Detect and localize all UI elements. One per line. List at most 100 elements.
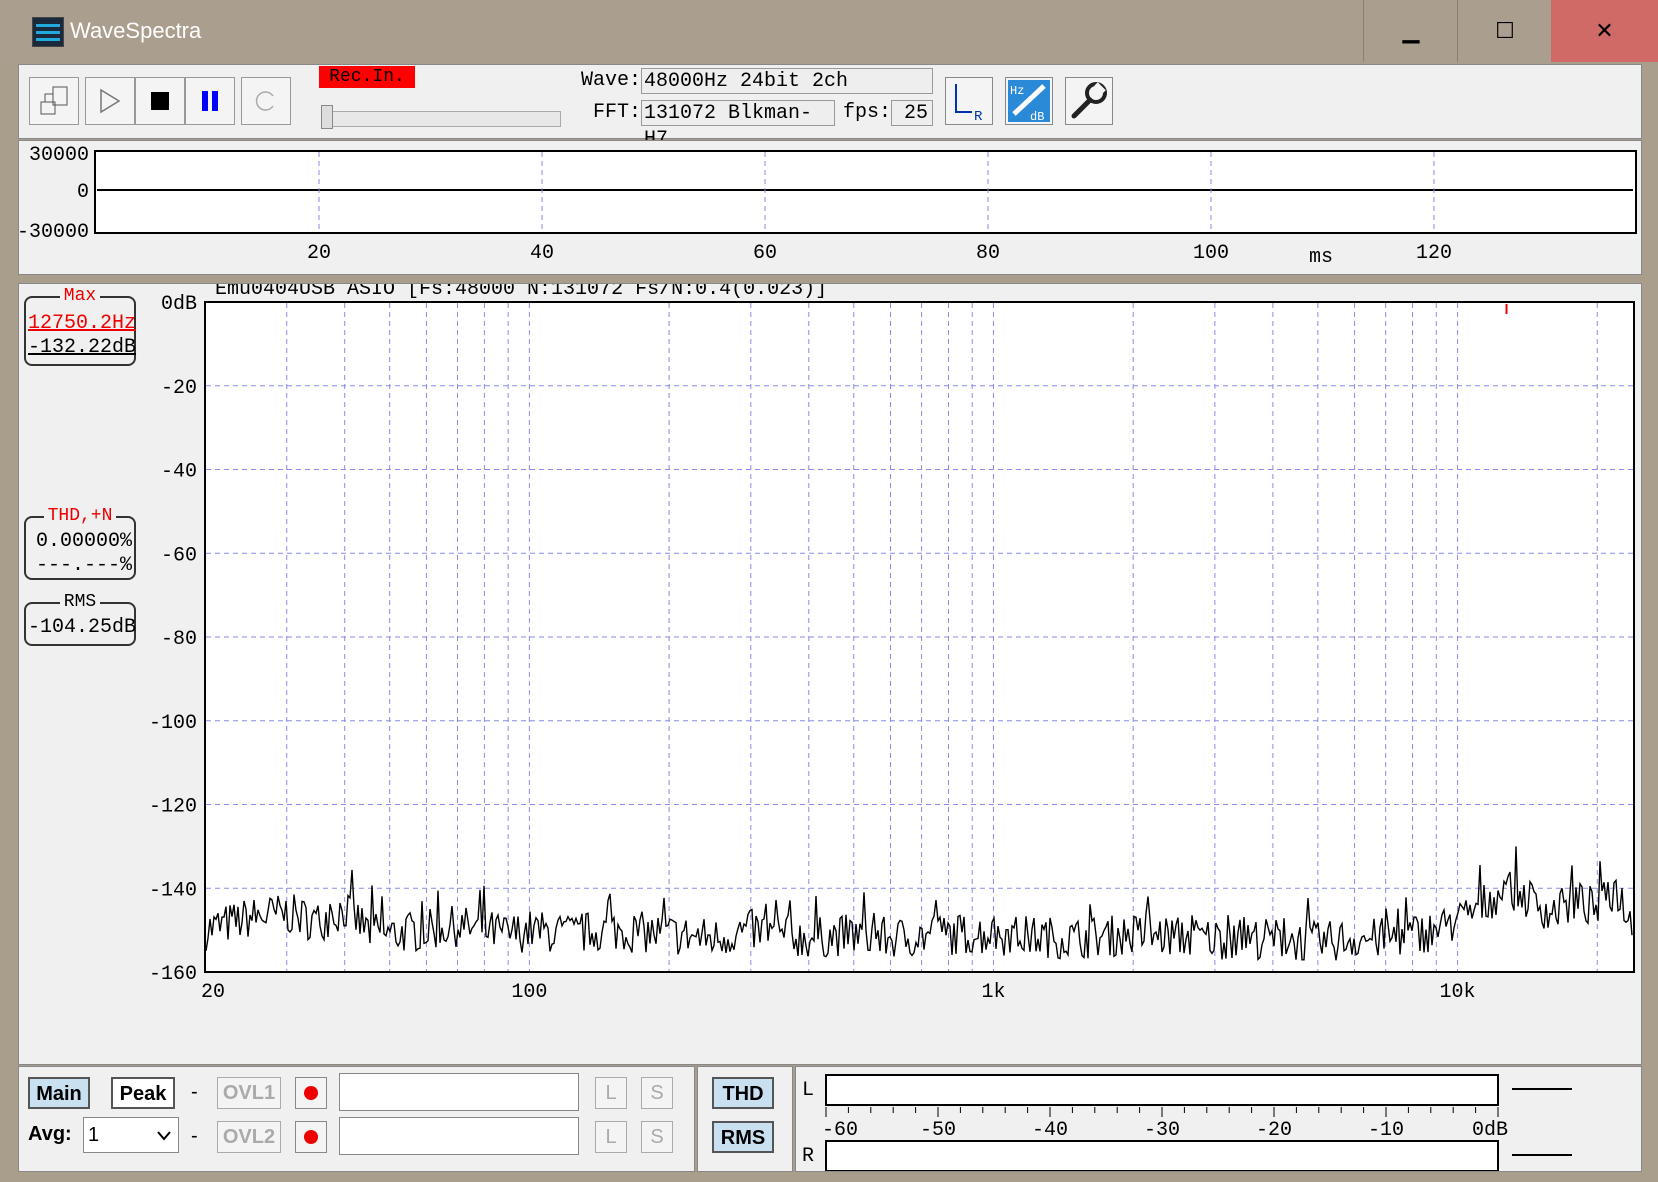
- fps-field: 25: [891, 100, 933, 126]
- wave-format-field: 48000Hz 24bit 2ch: [641, 68, 933, 94]
- svg-text:Hz: Hz: [1010, 84, 1024, 98]
- chevron-down-icon: [157, 1131, 171, 1141]
- main-button[interactable]: Main: [28, 1077, 90, 1109]
- wave-label: Wave:: [581, 69, 642, 92]
- minimize-icon: ▁: [1402, 18, 1420, 43]
- fft-label: FFT:: [593, 101, 642, 124]
- meter-scale-label: -20: [1256, 1119, 1292, 1142]
- y-tick-label: -20: [161, 377, 197, 400]
- record-icon: [304, 1130, 318, 1144]
- play-button[interactable]: [85, 77, 135, 125]
- thd-button[interactable]: THD: [712, 1077, 774, 1109]
- spectrum-chart[interactable]: Emu0404USB ASIO [Fs:48000 N:131072 Fs/N:…: [19, 284, 1641, 1064]
- l-button-1[interactable]: L: [595, 1077, 627, 1109]
- stop-icon: [151, 92, 169, 110]
- measure-panel: THD RMS: [697, 1066, 793, 1172]
- avg-label: Avg:: [28, 1123, 72, 1145]
- channel-lr-icon: R: [955, 84, 983, 125]
- wave-x-tick: 60: [753, 242, 777, 265]
- y-tick-label: -140: [149, 879, 197, 902]
- loop-icon: [255, 91, 274, 111]
- meter-scale-label: 0dB: [1472, 1119, 1508, 1142]
- loop-button[interactable]: [241, 77, 291, 125]
- close-button[interactable]: ✕: [1551, 0, 1658, 62]
- meter-scale-label: -50: [920, 1119, 956, 1142]
- settings-button[interactable]: [1065, 77, 1113, 125]
- pause-icon: [202, 91, 218, 111]
- record-button-2[interactable]: [295, 1121, 327, 1153]
- meter-r-bar: [825, 1140, 1499, 1172]
- y-tick-label: -40: [161, 461, 197, 484]
- fft-setting-field: 131072 Blkman-H7: [641, 100, 835, 151]
- x-tick-label: 100: [511, 981, 547, 1004]
- x-tick-label: 20: [201, 981, 225, 1004]
- rec-in-indicator[interactable]: Rec.In.: [319, 66, 415, 88]
- wave-x-tick: 20: [307, 242, 331, 265]
- control-panel: Main Peak - OVL1 L S Avg: 1 - OVL2 L S: [18, 1066, 695, 1172]
- wave-y-tick: -30000: [19, 221, 89, 244]
- y-tick-label: -80: [161, 628, 197, 651]
- avg-value: 1: [88, 1124, 100, 1146]
- app-icon[interactable]: [32, 17, 64, 47]
- toolbar: Rec.In. Wave: 48000Hz 24bit 2ch FFT: 131…: [18, 64, 1642, 151]
- meter-l-bar: [825, 1074, 1499, 1106]
- ovl2-field[interactable]: [339, 1117, 579, 1155]
- wave-y-tick: 0: [77, 181, 89, 204]
- hz-db-scale-icon: HzdB: [1008, 80, 1050, 124]
- level-meter: L R -60 -50 -40 -30 -20 -10 0dB: [802, 1074, 1572, 1172]
- stop-button[interactable]: [135, 77, 185, 125]
- dash-label: -: [191, 1125, 198, 1147]
- level-meter-panel: L R -60 -50 -40 -30 -20 -10 0dB: [795, 1066, 1642, 1172]
- dash-label: -: [191, 1081, 198, 1103]
- s-button-1[interactable]: S: [641, 1077, 673, 1109]
- waveform-chart[interactable]: 30000 0 -30000 20 40 60 80 100 ms 120: [17, 141, 1641, 274]
- x-tick-label: 10k: [1440, 981, 1476, 1004]
- spectrum-header: Emu0404USB ASIO [Fs:48000 N:131072 Fs/N:…: [215, 284, 827, 301]
- avg-select[interactable]: 1: [83, 1117, 179, 1153]
- wave-x-unit: ms: [1309, 246, 1333, 269]
- position-slider[interactable]: [321, 111, 561, 127]
- wave-x-tick: 40: [530, 242, 554, 265]
- file-open-button[interactable]: [29, 77, 79, 125]
- x-tick-label: 1k: [981, 981, 1005, 1004]
- record-icon: [304, 1086, 318, 1100]
- s-button-2[interactable]: S: [641, 1121, 673, 1153]
- meter-scale-label: -30: [1144, 1119, 1180, 1142]
- ovl2-indicator[interactable]: OVL2: [217, 1121, 281, 1153]
- close-icon: ✕: [1595, 18, 1614, 43]
- peak-button[interactable]: Peak: [111, 1077, 175, 1109]
- meter-r-label: R: [802, 1145, 814, 1168]
- position-slider-thumb[interactable]: [321, 105, 333, 129]
- wave-x-tick: 100: [1193, 242, 1229, 265]
- meter-scale-label: -40: [1032, 1119, 1068, 1142]
- rms-button[interactable]: RMS: [712, 1121, 774, 1153]
- l-button-2[interactable]: L: [595, 1121, 627, 1153]
- window-title: WaveSpectra: [70, 18, 202, 43]
- meter-scale-label: -60: [822, 1119, 858, 1142]
- pause-button[interactable]: [185, 77, 235, 125]
- svg-text:dB: dB: [1030, 110, 1044, 124]
- wave-y-tick: 30000: [29, 144, 89, 167]
- wrench-icon: [1071, 82, 1107, 119]
- title-bar: WaveSpectra ▁ ☐ ✕: [0, 0, 1658, 62]
- ovl1-indicator[interactable]: OVL1: [217, 1077, 281, 1109]
- wave-x-tick: 80: [976, 242, 1000, 265]
- record-button-1[interactable]: [295, 1077, 327, 1109]
- scale-settings-button[interactable]: Hz dB: [1005, 77, 1053, 125]
- maximize-icon: ☐: [1495, 18, 1515, 43]
- svg-text:R: R: [974, 109, 983, 124]
- maximize-button[interactable]: ☐: [1457, 0, 1552, 62]
- fps-label: fps:: [843, 101, 892, 124]
- file-open-icon: [40, 86, 68, 115]
- wave-x-tick: 120: [1416, 242, 1452, 265]
- channel-lr-button[interactable]: R: [945, 77, 993, 125]
- y-tick-label: -60: [161, 544, 197, 567]
- waveform-panel: 30000 0 -30000 20 40 60 80 100 ms 120: [17, 140, 1642, 275]
- y-tick-label: -100: [149, 712, 197, 735]
- ovl1-field[interactable]: [339, 1073, 579, 1111]
- meter-scale-label: -10: [1368, 1119, 1404, 1142]
- y-tick-label: 0dB: [161, 293, 197, 316]
- minimize-button[interactable]: ▁: [1363, 0, 1458, 62]
- play-icon: [100, 88, 121, 114]
- meter-l-label: L: [802, 1079, 814, 1102]
